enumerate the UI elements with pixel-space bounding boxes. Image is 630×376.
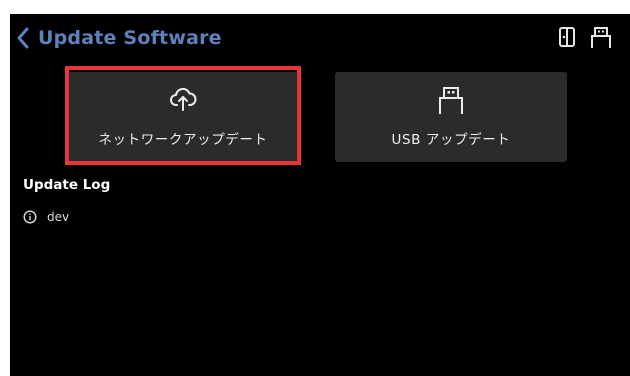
back-button[interactable]: Update Software	[16, 22, 222, 54]
usb-icon	[335, 86, 567, 116]
cloud-upload-icon	[67, 86, 299, 112]
log-entry-text: dev	[47, 210, 70, 224]
exit-door-icon[interactable]	[557, 26, 577, 52]
info-icon	[23, 210, 37, 224]
log-entry: dev	[23, 210, 69, 224]
page-title: Update Software	[38, 27, 222, 49]
chevron-left-icon	[17, 27, 29, 49]
network-update-label: ネットワークアップデート	[98, 132, 268, 148]
usb-update-label: USB アップデート	[391, 132, 511, 148]
update-software-screen: Update Software ネットワークアップデート USB アップデート …	[10, 14, 630, 376]
update-log-title: Update Log	[23, 177, 111, 193]
network-update-button[interactable]: ネットワークアップデート	[67, 72, 299, 162]
usb-icon[interactable]	[590, 26, 612, 54]
usb-update-button[interactable]: USB アップデート	[335, 72, 567, 162]
header-bar: Update Software	[10, 14, 630, 66]
